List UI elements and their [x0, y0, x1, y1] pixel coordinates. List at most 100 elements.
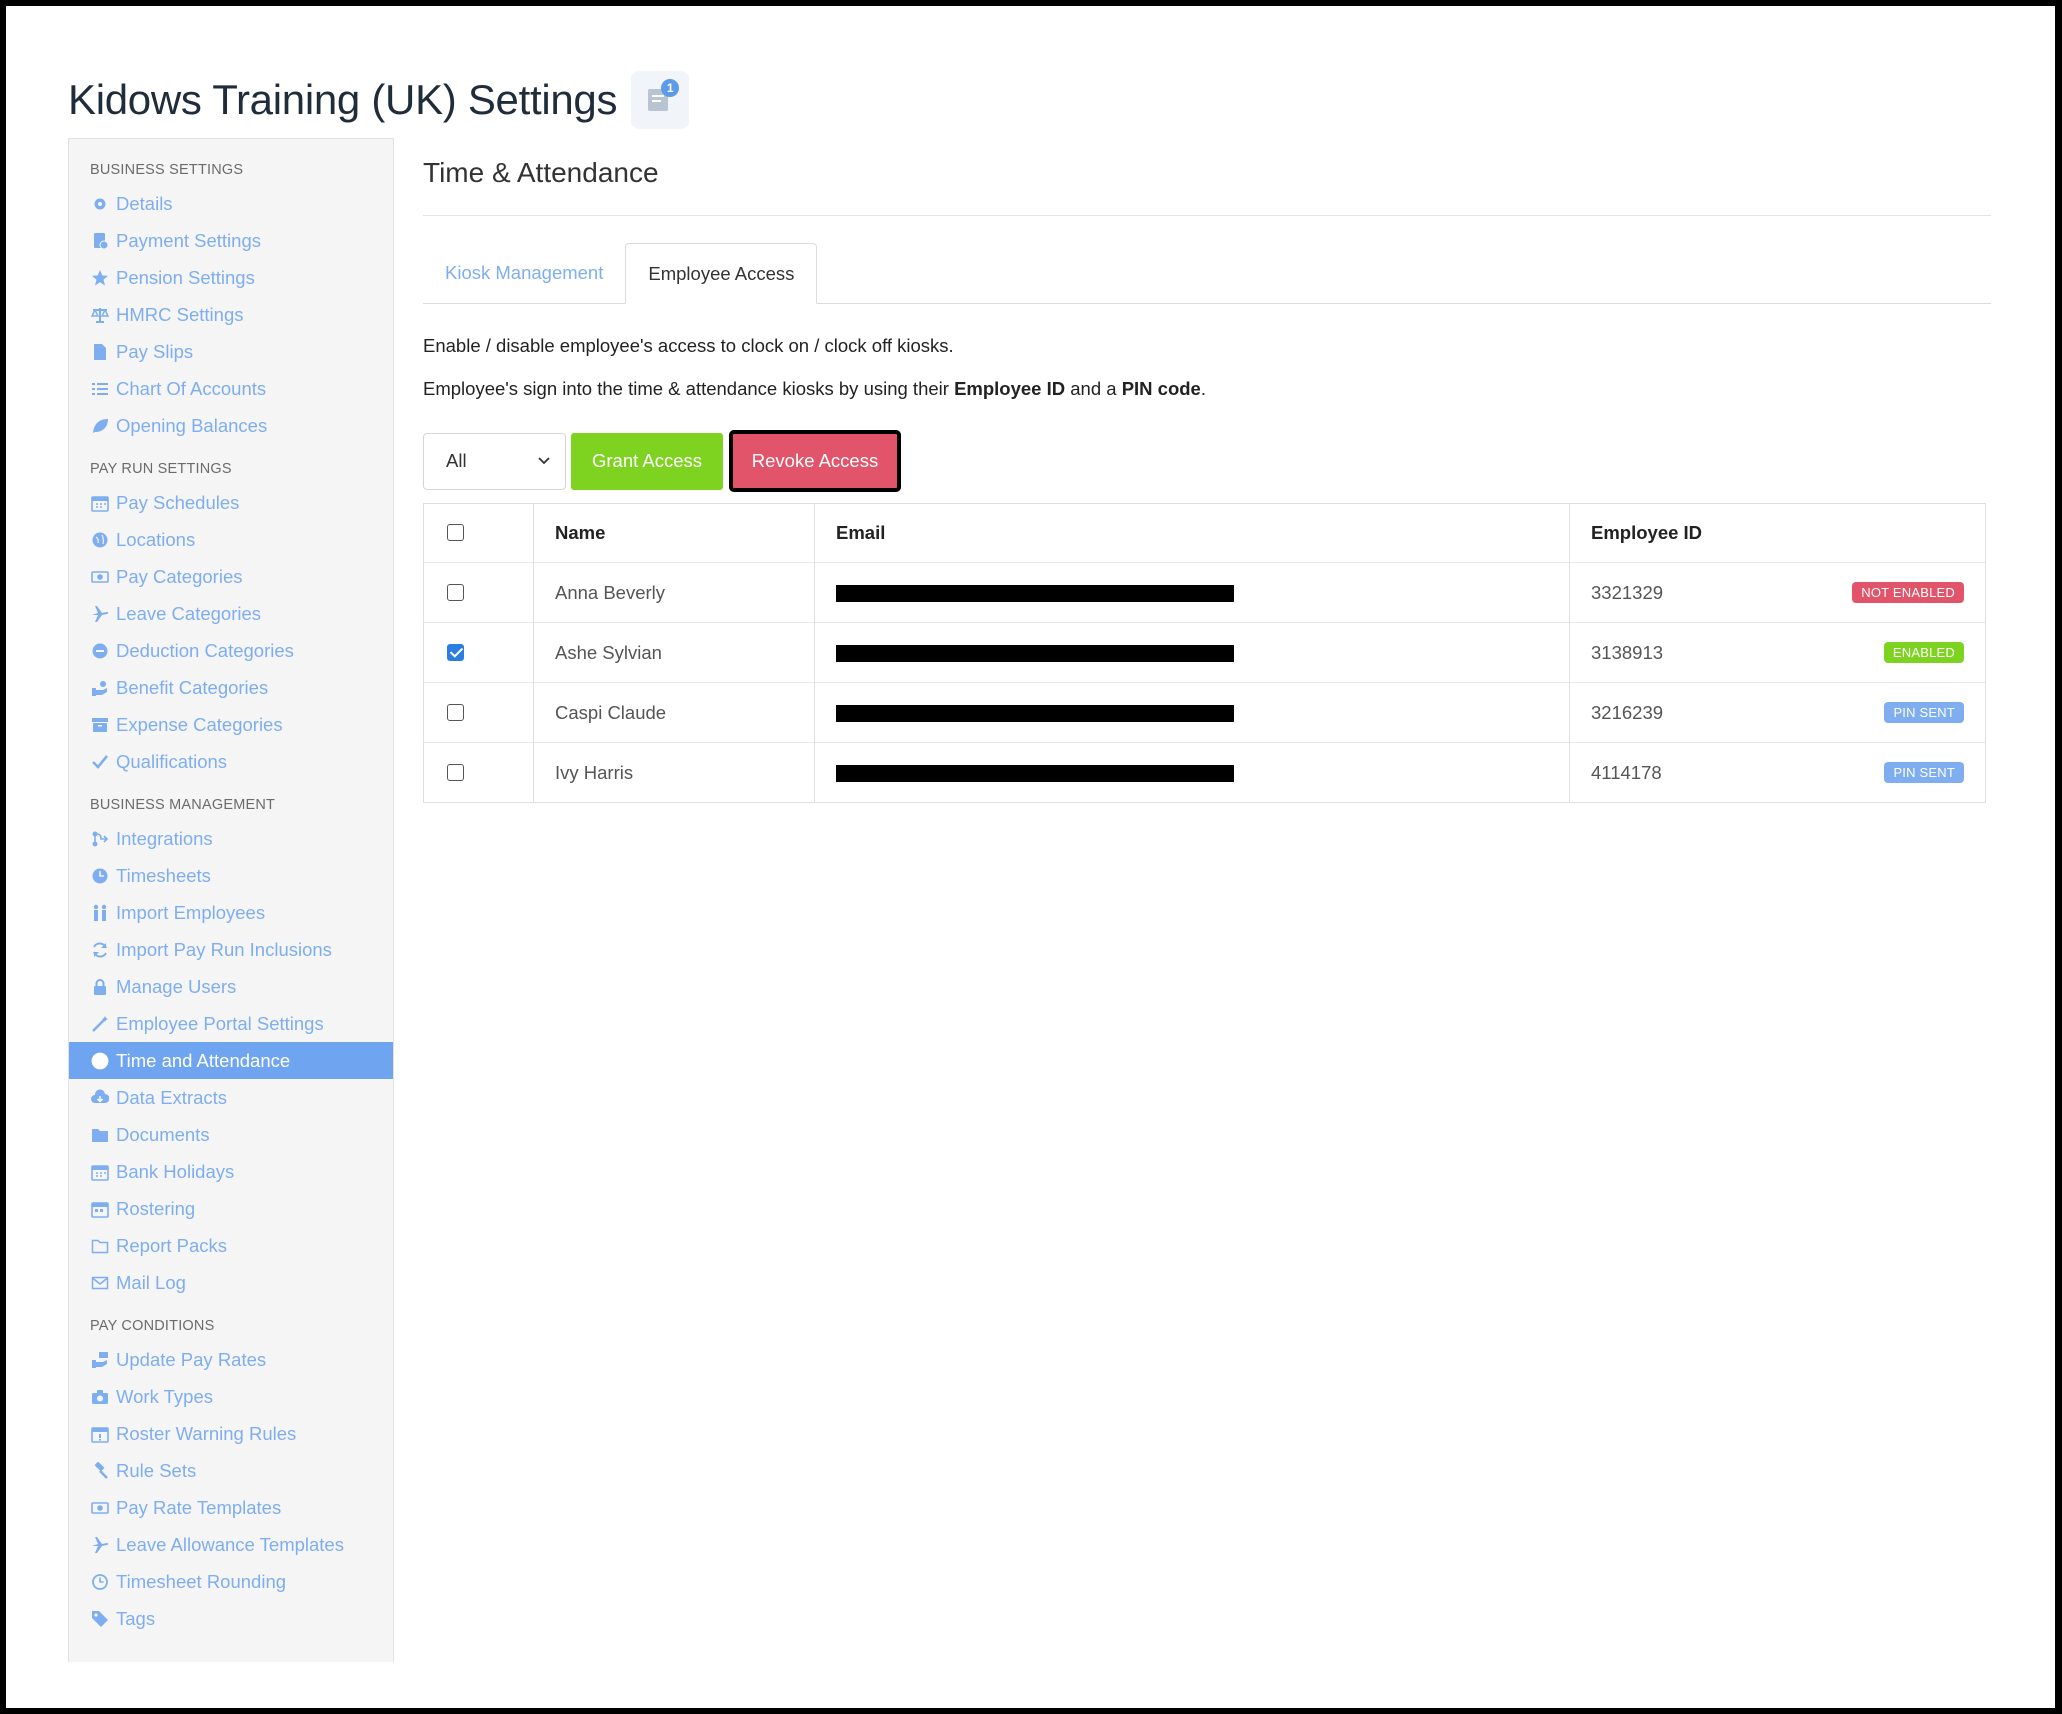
sidebar-item-deduction-categories[interactable]: Deduction Categories	[69, 632, 393, 669]
sidebar-item-employee-portal-settings[interactable]: Employee Portal Settings	[69, 1005, 393, 1042]
sidebar-item-integrations[interactable]: Integrations	[69, 820, 393, 857]
sidebar-item-time-and-attendance[interactable]: Time and Attendance	[69, 1042, 393, 1079]
redaction-bar	[836, 645, 1234, 663]
sidebar-item-expense-categories[interactable]: Expense Categories	[69, 706, 393, 743]
sidebar-item-label: Time and Attendance	[116, 1049, 291, 1071]
sidebar-item-pay-slips[interactable]: Pay Slips	[69, 333, 393, 370]
sidebar-item-pay-categories[interactable]: Pay Categories	[69, 558, 393, 595]
revoke-access-button[interactable]: Revoke Access	[729, 430, 901, 492]
sidebar-item-data-extracts[interactable]: Data Extracts	[69, 1079, 393, 1116]
wand-icon	[90, 1014, 110, 1034]
tab-kiosk-management[interactable]: Kiosk Management	[423, 243, 625, 303]
sidebar-item-report-packs[interactable]: Report Packs	[69, 1227, 393, 1264]
sidebar-item-chart-of-accounts[interactable]: Chart Of Accounts	[69, 370, 393, 407]
grant-access-button[interactable]: Grant Access	[571, 432, 723, 490]
sidebar-item-rule-sets[interactable]: Rule Sets	[69, 1452, 393, 1489]
sidebar-item-leave-allowance-templates[interactable]: Leave Allowance Templates	[69, 1526, 393, 1563]
sidebar-item-label: Pay Categories	[116, 565, 243, 587]
sidebar-item-label: Leave Allowance Templates	[116, 1533, 344, 1555]
status-filter-select[interactable]: All	[423, 432, 566, 490]
desc-text: .	[1200, 378, 1206, 399]
sidebar-item-update-pay-rates[interactable]: Update Pay Rates	[69, 1341, 393, 1378]
row-checkbox[interactable]	[447, 583, 464, 601]
sidebar-item-benefit-categories[interactable]: Benefit Categories	[69, 669, 393, 706]
sidebar-item-label: Pay Rate Templates	[116, 1496, 282, 1518]
sidebar-item-label: Documents	[116, 1123, 210, 1145]
camera-icon	[90, 1387, 110, 1407]
sidebar-item-rostering[interactable]: Rostering	[69, 1190, 393, 1227]
sidebar-item-documents[interactable]: Documents	[69, 1116, 393, 1153]
table-row[interactable]: Caspi Claude 3216239 PIN SENT	[423, 682, 1986, 743]
employee-id: 3216239	[1591, 701, 1664, 723]
sidebar-item-payment-settings[interactable]: Payment Settings	[69, 222, 393, 259]
nav-section-business-management: BUSINESS MANAGEMENT Integrations Timesheet…	[69, 794, 393, 1301]
sidebar-item-hmrc-settings[interactable]: HMRC Settings	[69, 296, 393, 333]
sidebar-item-roster-warning-rules[interactable]: Roster Warning Rules	[69, 1415, 393, 1452]
sidebar-item-qualifications[interactable]: Qualifications	[69, 743, 393, 780]
sidebar-item-opening-balances[interactable]: Opening Balances	[69, 407, 393, 444]
page-header: Kidows Training (UK) Settings 1	[68, 68, 690, 132]
sidebar-item-details[interactable]: Details	[69, 185, 393, 222]
sidebar-item-label: Data Extracts	[116, 1086, 228, 1108]
benefit-icon	[90, 678, 110, 698]
sidebar-item-pay-rate-templates[interactable]: Pay Rate Templates	[69, 1489, 393, 1526]
employee-email-redacted	[814, 742, 1570, 803]
sidebar-item-mail-log[interactable]: Mail Log	[69, 1264, 393, 1301]
sidebar-item-label: Deduction Categories	[116, 639, 294, 661]
sidebar-item-locations[interactable]: Locations	[69, 521, 393, 558]
row-checkbox[interactable]	[447, 703, 464, 721]
table-row[interactable]: Ivy Harris 4114178 PIN SENT	[423, 742, 1986, 803]
notes-button[interactable]: 1	[631, 71, 690, 129]
sidebar-item-work-types[interactable]: Work Types	[69, 1378, 393, 1415]
sidebar-item-manage-users[interactable]: Manage Users	[69, 968, 393, 1005]
file-icon	[90, 342, 110, 362]
nav-section-heading: PAY RUN SETTINGS	[90, 461, 232, 477]
sidebar-item-tags[interactable]: Tags	[69, 1600, 393, 1637]
header-name[interactable]: Name	[533, 503, 815, 563]
nav-section-business-settings: BUSINESS SETTINGS Details Payment Settings…	[69, 159, 393, 444]
sidebar-item-label: Timesheets	[116, 864, 211, 886]
header-employee-id[interactable]: Employee ID	[1569, 503, 1986, 563]
payment-doc-icon	[90, 231, 110, 251]
sidebar-item-bank-holidays[interactable]: Bank Holidays	[69, 1153, 393, 1190]
status-badge: ENABLED	[1883, 642, 1964, 663]
integration-icon	[90, 829, 110, 849]
sidebar-item-leave-categories[interactable]: Leave Categories	[69, 595, 393, 632]
select-all-checkbox[interactable]	[447, 524, 464, 541]
sidebar-item-label: Update Pay Rates	[116, 1348, 267, 1370]
employee-name: Ivy Harris	[533, 742, 815, 803]
calendar-icon	[90, 1162, 110, 1182]
calendar-icon	[90, 493, 110, 513]
folder-icon	[90, 1125, 110, 1145]
notes-count-badge: 1	[661, 79, 680, 97]
sidebar-item-pay-schedules[interactable]: Pay Schedules	[69, 484, 393, 521]
sidebar-item-import-pay-run-inclusions[interactable]: Import Pay Run Inclusions	[69, 931, 393, 968]
employee-id: 3321329	[1591, 581, 1664, 603]
desc-bold-employee-id: Employee ID	[954, 378, 1066, 399]
gear-icon	[90, 194, 110, 214]
table-row[interactable]: Ashe Sylvian 3138913 ENABLED	[423, 622, 1986, 683]
main-content: Time & Attendance Kiosk Management Emplo…	[423, 138, 1991, 803]
nav-section-heading: BUSINESS MANAGEMENT	[90, 797, 276, 813]
filter-value: All	[446, 450, 467, 471]
employee-id-cell: 3216239 PIN SENT	[1569, 682, 1986, 743]
tab-employee-access[interactable]: Employee Access	[625, 243, 818, 304]
table-row[interactable]: Anna Beverly 3321329 NOT ENABLED	[423, 562, 1986, 623]
sidebar-item-label: Bank Holidays	[116, 1160, 235, 1182]
row-select-cell	[423, 562, 534, 623]
sidebar-item-label: Employee Portal Settings	[116, 1012, 324, 1034]
employee-id-cell: 4114178 PIN SENT	[1569, 742, 1986, 803]
sidebar-item-pension-settings[interactable]: Pension Settings	[69, 259, 393, 296]
sidebar-item-timesheets[interactable]: Timesheets	[69, 857, 393, 894]
user-circle-icon	[90, 1051, 110, 1071]
row-checkbox[interactable]	[447, 643, 464, 661]
calendar-alert-icon	[90, 1424, 110, 1444]
sidebar-item-label: Qualifications	[116, 750, 228, 772]
sidebar-item-timesheet-rounding[interactable]: Timesheet Rounding	[69, 1563, 393, 1600]
sidebar-item-label: HMRC Settings	[116, 303, 244, 325]
status-badge: PIN SENT	[1884, 702, 1964, 723]
header-email[interactable]: Email	[814, 503, 1570, 563]
row-checkbox[interactable]	[447, 763, 464, 781]
employee-name: Anna Beverly	[533, 562, 815, 623]
sidebar-item-import-employees[interactable]: Import Employees	[69, 894, 393, 931]
